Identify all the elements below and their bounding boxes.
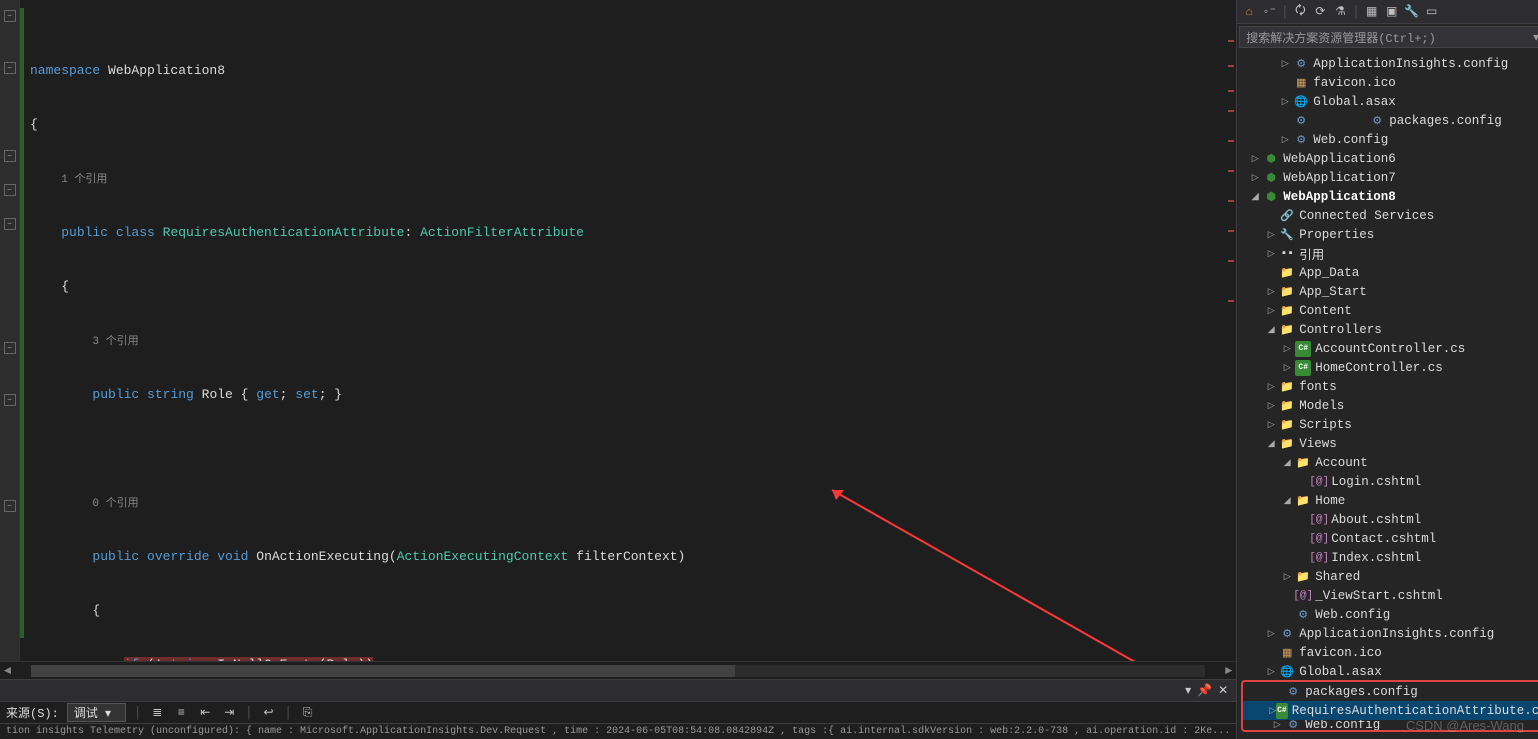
folder-fonts[interactable]: ▷📁fonts xyxy=(1237,377,1538,396)
collapse-toggle[interactable]: − xyxy=(4,342,16,354)
file-favicon[interactable]: ▦favicon.ico xyxy=(1237,73,1538,92)
references[interactable]: ▷▪▪引用 xyxy=(1237,244,1538,263)
preview-icon[interactable]: ▭ xyxy=(1424,4,1440,20)
collapse-toggle[interactable]: − xyxy=(4,62,16,74)
code-editor[interactable]: namespace WebApplication8 { 1 个引用 public… xyxy=(20,0,1222,661)
clear-icon[interactable]: ≣ xyxy=(149,705,165,721)
file-viewstart[interactable]: [@]_ViewStart.cshtml xyxy=(1237,586,1538,605)
close-icon[interactable]: ✕ xyxy=(1218,683,1228,698)
folder-views[interactable]: ◢📁Views xyxy=(1237,434,1538,453)
file-favicon2[interactable]: ▦favicon.ico xyxy=(1237,643,1538,662)
properties[interactable]: ▷🔧Properties xyxy=(1237,225,1538,244)
solution-explorer: ⌂ ◦⁻ │ 🗘 ⟳ ⚗ │ ▦ ▣ 🔧 ▭ 搜索解决方案资源管理器(Ctrl+… xyxy=(1236,0,1538,739)
project-webapp6[interactable]: ▷⬢WebApplication6 xyxy=(1237,149,1538,168)
folder-account[interactable]: ◢📁Account xyxy=(1237,453,1538,472)
file-webconfig3[interactable]: ▷⚙Web.config xyxy=(1243,720,1538,730)
solution-tree[interactable]: ▷⚙ApplicationInsights.config ▦favicon.ic… xyxy=(1237,50,1538,739)
file-webconfig[interactable]: ▷⚙Web.config xyxy=(1237,130,1538,149)
output-panel: ▾ 📌 ✕ 来源(S): 调试 ▾ │ ≣ ≡ ⇤ ⇥ │ ↩ │ ⎘ tion… xyxy=(0,679,1236,739)
folder-home[interactable]: ◢📁Home xyxy=(1237,491,1538,510)
properties-icon[interactable]: 🔧 xyxy=(1404,4,1420,20)
annotation-highlight-box: ⚙packages.config ▷C#RequiresAuthenticati… xyxy=(1241,680,1538,732)
source-label: 来源(S): xyxy=(6,704,59,721)
change-indicator-bar xyxy=(1222,0,1236,661)
project-webapp7[interactable]: ▷⬢WebApplication7 xyxy=(1237,168,1538,187)
back-icon[interactable]: ◦⁻ xyxy=(1261,4,1277,20)
file-appinsights2[interactable]: ▷⚙ApplicationInsights.config xyxy=(1237,624,1538,643)
file-contact-cshtml[interactable]: [@]Contact.cshtml xyxy=(1237,529,1538,548)
file-homecontroller[interactable]: ▷C#HomeController.cs xyxy=(1237,358,1538,377)
file-globalasax[interactable]: ▷🌐Global.asax xyxy=(1237,92,1538,111)
collapse-toggle[interactable]: − xyxy=(4,394,16,406)
file-webconfig-views[interactable]: ⚙Web.config xyxy=(1237,605,1538,624)
link-icon[interactable]: ⎘ xyxy=(300,705,316,721)
showall-icon[interactable]: ▦ xyxy=(1364,4,1380,20)
collapse-icon[interactable]: ▣ xyxy=(1384,4,1400,20)
sync-icon[interactable]: 🗘 xyxy=(1292,4,1308,20)
folder-appdata[interactable]: 📁App_Data xyxy=(1237,263,1538,282)
file-packages[interactable]: ⚙⚙packages.config xyxy=(1237,111,1538,130)
file-requiresauth[interactable]: ▷C#RequiresAuthenticationAttribute.cs xyxy=(1243,701,1538,720)
file-packages[interactable]: ⚙packages.config xyxy=(1313,113,1502,129)
filter-icon[interactable]: ⚗ xyxy=(1332,4,1348,20)
collapse-toggle[interactable]: − xyxy=(4,500,16,512)
file-globalasax2[interactable]: ▷🌐Global.asax xyxy=(1237,662,1538,681)
indent-right-icon[interactable]: ⇥ xyxy=(221,705,237,721)
file-about-cshtml[interactable]: [@]About.cshtml xyxy=(1237,510,1538,529)
solution-toolbar: ⌂ ◦⁻ │ 🗘 ⟳ ⚗ │ ▦ ▣ 🔧 ▭ xyxy=(1237,0,1538,24)
outline-gutter: − − − − − − − − xyxy=(0,0,20,661)
horizontal-scrollbar[interactable]: ◄ ► xyxy=(0,661,1236,679)
collapse-toggle[interactable]: − xyxy=(4,184,16,196)
folder-scripts[interactable]: ▷📁Scripts xyxy=(1237,415,1538,434)
pin-icon[interactable]: 📌 xyxy=(1197,683,1212,698)
folder-content[interactable]: ▷📁Content xyxy=(1237,301,1538,320)
source-dropdown[interactable]: 调试 ▾ xyxy=(67,703,126,722)
project-webapp8[interactable]: ◢⬢WebApplication8 xyxy=(1237,187,1538,206)
solution-search[interactable]: 搜索解决方案资源管理器(Ctrl+;) ▾ xyxy=(1239,26,1538,48)
file-packages2[interactable]: ⚙packages.config xyxy=(1243,682,1538,701)
collapse-toggle[interactable]: − xyxy=(4,150,16,162)
collapse-toggle[interactable]: − xyxy=(4,10,16,22)
editor-pane: − − − − − − − − namespace WebApplication… xyxy=(0,0,1236,739)
folder-models[interactable]: ▷📁Models xyxy=(1237,396,1538,415)
folder-appstart[interactable]: ▷📁App_Start xyxy=(1237,282,1538,301)
file-login-cshtml[interactable]: [@]Login.cshtml xyxy=(1237,472,1538,491)
folder-controllers[interactable]: ◢📁Controllers xyxy=(1237,320,1538,339)
file-appinsights[interactable]: ▷⚙ApplicationInsights.config xyxy=(1237,54,1538,73)
collapse-toggle[interactable]: − xyxy=(4,218,16,230)
home-icon[interactable]: ⌂ xyxy=(1241,4,1257,20)
file-accountcontroller[interactable]: ▷C#AccountController.cs xyxy=(1237,339,1538,358)
folder-shared[interactable]: ▷📁Shared xyxy=(1237,567,1538,586)
connected-services[interactable]: 🔗Connected Services xyxy=(1237,206,1538,225)
search-clear-icon[interactable]: ▾ xyxy=(1533,30,1538,45)
dropdown-icon[interactable]: ▾ xyxy=(1185,683,1191,698)
refresh-icon[interactable]: ⟳ xyxy=(1312,4,1328,20)
wrap-icon[interactable]: ↩ xyxy=(260,705,276,721)
output-text: tion insights Telemetry (unconfigured): … xyxy=(0,724,1236,739)
file-index-cshtml[interactable]: [@]Index.cshtml xyxy=(1237,548,1538,567)
toggle-icon[interactable]: ≡ xyxy=(173,705,189,721)
indent-left-icon[interactable]: ⇤ xyxy=(197,705,213,721)
